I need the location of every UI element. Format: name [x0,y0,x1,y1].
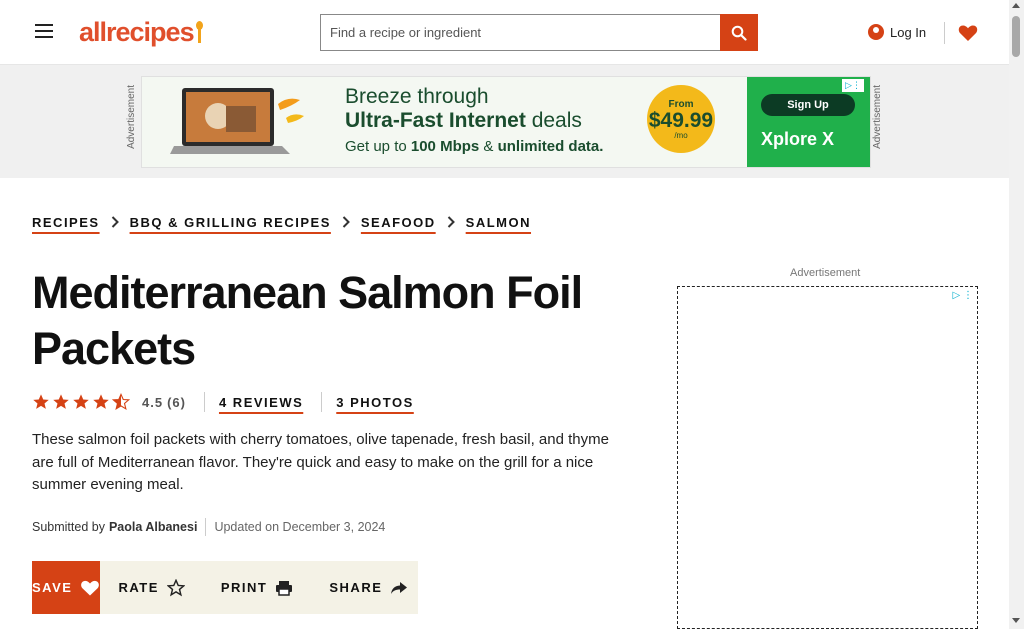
reviews-link[interactable]: 4 REVIEWS [219,395,303,410]
hamburger-line [35,35,53,38]
ad-sub-bold-1: 100 Mbps [410,138,480,155]
ad-signup-button[interactable]: Sign Up [761,94,855,116]
chevron-right-icon [436,216,466,228]
share-button[interactable]: SHARE [311,561,426,614]
user-icon [868,24,884,40]
scroll-up-arrow-icon[interactable] [1012,3,1020,8]
ad-headline-1: Breeze through [345,85,489,108]
star-outline-icon [166,578,185,596]
search-button[interactable] [720,14,758,51]
right-ad-slot[interactable]: ▷ ⋮ [677,286,978,629]
breadcrumb-seafood[interactable]: SEAFOOD [361,213,436,232]
ad-price-unit: /mo [674,130,688,140]
spoon-icon [195,21,203,43]
author-link[interactable]: Paola Albanesi [109,520,197,534]
ad-sub-pre: Get up to [345,138,411,155]
menu-button[interactable] [31,17,57,44]
chevron-right-icon [331,216,361,228]
login-label: Log In [890,24,927,40]
chevron-right-icon [100,216,130,228]
breadcrumb-bbq-grilling[interactable]: BBQ & GRILLING RECIPES [130,213,331,232]
save-label: SAVE [32,580,73,595]
page-scrollbar[interactable] [1009,0,1024,629]
ad-side-label-left: Advertisement [126,85,137,149]
logo-text: allrecipes [79,16,195,47]
print-label: PRINT [220,580,268,595]
rate-label: RATE [118,580,159,595]
heart-outline-icon [81,580,100,595]
byline-divider [205,518,207,536]
recipe-action-bar: SAVE RATE PRINT SHARE [32,561,418,614]
search-input[interactable] [320,14,720,51]
ad-headline-2-rest: deals [525,109,582,132]
ad-sub-mid: & [479,138,498,155]
heart-icon [958,25,977,41]
ad-price-amount: $49.99 [648,108,714,132]
updated-date: Updated on December 3, 2024 [214,520,386,534]
star-icon-2[interactable] [52,393,70,411]
print-button[interactable]: PRINT [203,561,312,614]
ad-headline-2: Ultra-Fast Internet deals [345,109,582,133]
star-icon-4[interactable] [92,393,110,411]
rating-value[interactable]: 4.5 [142,395,163,410]
hamburger-line [35,29,53,32]
rating-divider [203,392,205,412]
breadcrumb-recipes[interactable]: RECIPES [32,213,100,232]
rate-button[interactable]: RATE [100,561,202,614]
share-arrow-icon [391,581,408,594]
ad-banner[interactable]: Breeze through Ultra-Fast Internet deals… [141,76,871,168]
site-logo[interactable]: allrecipes [79,14,210,50]
login-button[interactable]: Log In [868,19,934,45]
submitted-by-label: Submitted by [32,520,105,534]
hamburger-menu-icon [35,23,53,26]
byline: Submitted by Paola Albanesi Updated on D… [32,518,385,536]
save-button[interactable]: SAVE [32,561,101,614]
ad-choices-icon[interactable]: ▷ ⋮ [953,290,973,301]
ad-sub-bold-2: unlimited data. [497,138,604,155]
site-header: allrecipes Log In [0,0,1009,65]
search-icon [731,25,747,41]
ad-price-badge: From $49.99 /mo [647,85,715,153]
photos-link[interactable]: 3 PHOTOS [336,395,414,410]
printer-icon [276,580,293,596]
ad-headline-2-bold: Ultra-Fast Internet [345,109,526,132]
rating-row: 4.5 (6) 4 REVIEWS 3 PHOTOS [32,392,414,412]
right-ad-label: Advertisement [790,267,861,279]
ad-brand-logo: Xplore X [761,129,835,149]
ad-subline: Get up to 100 Mbps & unlimited data. [345,138,603,155]
breadcrumb: RECIPES BBQ & GRILLING RECIPES SEAFOOD S… [32,211,531,233]
ad-choices-icon[interactable]: ▷⋮ [842,79,864,92]
ad-price-from: From [668,98,694,110]
ad-side-label-right: Advertisement [872,85,883,149]
scroll-down-arrow-icon[interactable] [1012,618,1020,623]
star-half-icon-5[interactable] [112,393,130,411]
search-bar [320,14,758,51]
star-icon-3[interactable] [72,393,90,411]
star-icon-1[interactable] [32,393,50,411]
star-rating [32,393,130,411]
share-label: SHARE [329,580,383,595]
rating-count: (6) [167,394,186,410]
header-divider [944,22,945,44]
scroll-thumb[interactable] [1012,16,1020,57]
saved-recipes-button[interactable] [956,19,979,47]
laptop-image [170,88,304,154]
top-ad-area: Advertisement Advertisement Breeze throu… [0,65,1009,178]
recipe-description: These salmon foil packets with cherry to… [32,431,609,493]
breadcrumb-salmon[interactable]: SALMON [466,213,531,232]
rating-divider [321,392,323,412]
recipe-title: Mediterranean Salmon Foil Packets [32,267,583,374]
